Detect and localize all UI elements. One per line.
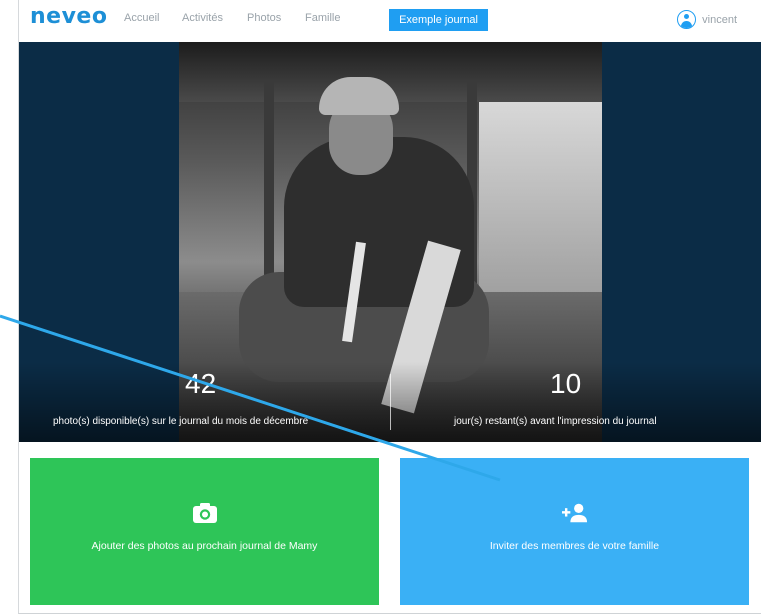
photos-count-label: photo(s) disponible(s) sur le journal du… bbox=[53, 416, 309, 427]
nav-item-famille[interactable]: Famille bbox=[305, 12, 340, 24]
user-name: vincent bbox=[702, 13, 737, 26]
add-photos-label: Ajouter des photos au prochain journal d… bbox=[91, 540, 318, 552]
nav-item-accueil[interactable]: Accueil bbox=[124, 12, 159, 24]
nav-item-activites[interactable]: Activités bbox=[182, 12, 223, 24]
nav-item-photos[interactable]: Photos bbox=[247, 12, 281, 24]
add-photos-button[interactable]: Ajouter des photos au prochain journal d… bbox=[30, 458, 379, 605]
top-navbar: neveo Accueil Activités Photos Famille E… bbox=[19, 0, 761, 42]
add-user-icon bbox=[561, 503, 587, 523]
neveo-logo[interactable]: neveo bbox=[30, 4, 107, 29]
days-count: 10 bbox=[550, 368, 582, 399]
app-window: neveo Accueil Activités Photos Famille E… bbox=[18, 0, 761, 614]
stats-divider bbox=[390, 374, 391, 430]
nav-item-exemple-journal[interactable]: Exemple journal bbox=[389, 9, 488, 31]
invite-family-label: Inviter des membres de votre famille bbox=[489, 540, 660, 552]
days-count-label: jour(s) restant(s) avant l'impression du… bbox=[454, 416, 657, 427]
invite-family-button[interactable]: Inviter des membres de votre famille bbox=[400, 458, 749, 605]
photo-background bbox=[479, 102, 602, 302]
user-menu[interactable]: vincent bbox=[677, 10, 737, 29]
camera-icon bbox=[192, 503, 217, 523]
photos-count: 42 bbox=[185, 368, 217, 399]
hero-banner: 42 photo(s) disponible(s) sur le journal… bbox=[19, 42, 761, 442]
user-avatar-icon bbox=[677, 10, 697, 29]
